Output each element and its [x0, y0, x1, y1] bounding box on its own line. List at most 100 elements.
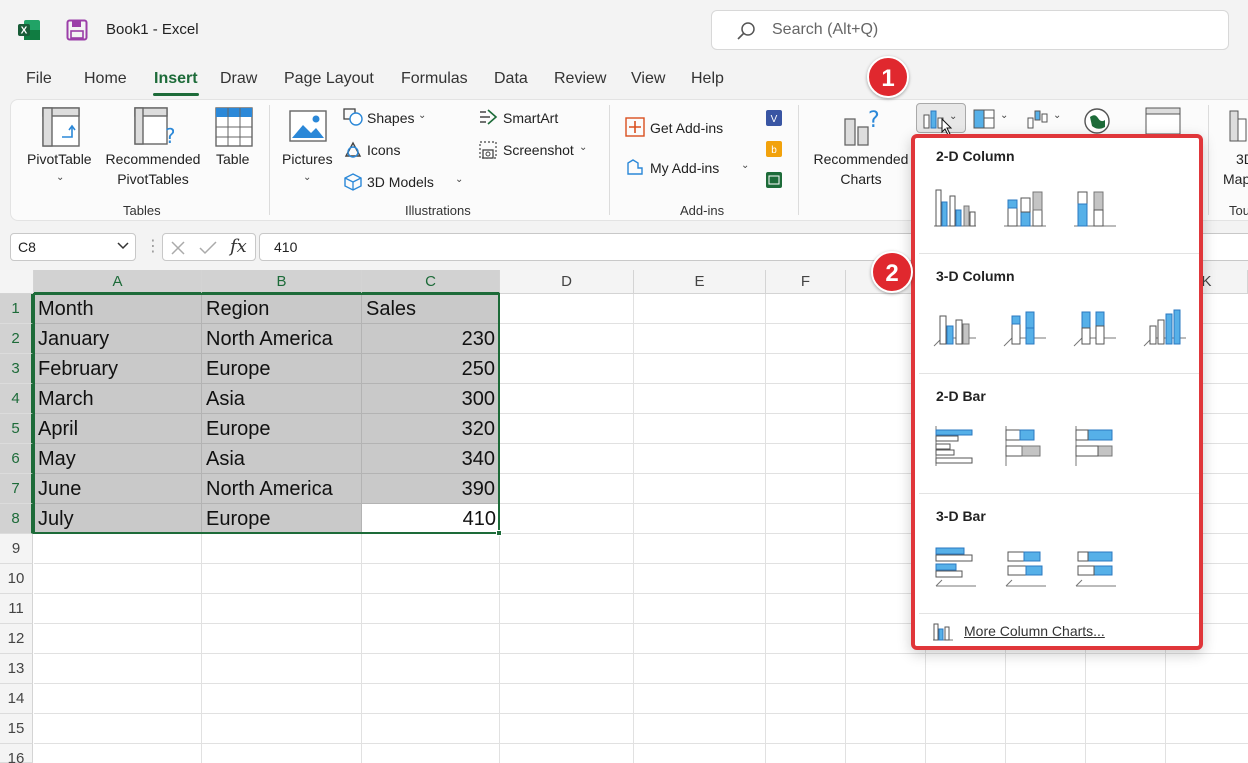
row-header[interactable]: 10: [0, 564, 33, 594]
column-header-f[interactable]: F: [766, 270, 846, 294]
100-stacked-bar-icon[interactable]: [1072, 422, 1122, 472]
3d-map-label-1[interactable]: 3D: [1236, 151, 1248, 167]
row-header[interactable]: 8: [0, 504, 33, 534]
column-header-a[interactable]: A: [34, 270, 202, 294]
row-header[interactable]: 9: [0, 534, 33, 564]
row-header[interactable]: 13: [0, 654, 33, 684]
insert-function-icon[interactable]: fx: [230, 236, 247, 257]
pivot-table-label[interactable]: PivotTable: [27, 151, 92, 167]
3d-map-icon[interactable]: [1226, 107, 1248, 152]
tab-view[interactable]: View: [631, 70, 665, 88]
visio-icon[interactable]: V: [765, 109, 783, 132]
bing-icon[interactable]: b: [765, 140, 783, 163]
row-header[interactable]: 5: [0, 414, 33, 444]
recommended-pivottables-label-1[interactable]: Recommended: [102, 151, 204, 167]
row-header[interactable]: 15: [0, 714, 33, 744]
column-header-d[interactable]: D: [500, 270, 634, 294]
more-column-charts-link[interactable]: More Column Charts...: [964, 623, 1105, 639]
row-header[interactable]: 1: [0, 294, 33, 324]
pictures-label[interactable]: Pictures: [282, 151, 333, 167]
recommended-pivottables-icon[interactable]: ?: [134, 107, 176, 154]
my-addins-label[interactable]: My Add-ins: [650, 160, 719, 176]
chevron-down-icon[interactable]: ⌄: [1000, 110, 1008, 121]
row-header[interactable]: 3: [0, 354, 33, 384]
cell-b3[interactable]: Europe: [202, 354, 362, 384]
cell-c2[interactable]: 230: [362, 324, 500, 354]
enter-check-icon[interactable]: [199, 240, 217, 256]
shapes-icon[interactable]: [343, 108, 363, 131]
chevron-down-icon[interactable]: ⌄: [741, 160, 749, 171]
smartart-icon[interactable]: [478, 108, 498, 131]
tab-insert[interactable]: Insert: [154, 70, 198, 88]
clustered-column-icon[interactable]: [932, 182, 982, 232]
row-header[interactable]: 4: [0, 384, 33, 414]
row-header[interactable]: 12: [0, 624, 33, 654]
smartart-label[interactable]: SmartArt: [503, 110, 558, 126]
cell-b4[interactable]: Asia: [202, 384, 362, 414]
cell-c4[interactable]: 300: [362, 384, 500, 414]
name-box[interactable]: C8: [10, 233, 136, 261]
search-box[interactable]: Search (Alt+Q): [711, 10, 1229, 50]
row-header[interactable]: 16: [0, 744, 33, 763]
get-addins-label[interactable]: Get Add-ins: [650, 120, 723, 136]
chevron-down-icon[interactable]: [117, 242, 129, 250]
cell-a1[interactable]: Month: [34, 294, 202, 324]
chevron-down-icon[interactable]: ⌄: [1053, 110, 1061, 121]
save-icon[interactable]: [66, 19, 88, 41]
cell-a4[interactable]: March: [34, 384, 202, 414]
icons-icon[interactable]: [343, 140, 363, 165]
people-graph-icon[interactable]: [765, 171, 783, 194]
3d-100-stacked-bar-icon[interactable]: [1072, 542, 1122, 592]
pivot-table-icon[interactable]: [42, 107, 80, 152]
cell-b5[interactable]: Europe: [202, 414, 362, 444]
cell-a2[interactable]: January: [34, 324, 202, 354]
chevron-down-icon[interactable]: ⌄: [56, 172, 64, 183]
column-header-c[interactable]: C: [362, 270, 500, 294]
column-header-b[interactable]: B: [202, 270, 362, 294]
recommended-charts-label-1[interactable]: Recommended: [806, 151, 916, 167]
select-all-corner[interactable]: [0, 270, 34, 294]
icons-label[interactable]: Icons: [367, 142, 400, 158]
3d-map-label-2[interactable]: Map: [1223, 171, 1248, 187]
stacked-column-icon[interactable]: [1002, 182, 1052, 232]
cell-a5[interactable]: April: [34, 414, 202, 444]
tab-draw[interactable]: Draw: [220, 70, 257, 88]
waterfall-chart-icon[interactable]: [1026, 108, 1048, 135]
pictures-icon[interactable]: [289, 110, 327, 147]
100-stacked-column-icon[interactable]: [1072, 182, 1122, 232]
stacked-bar-icon[interactable]: [1002, 422, 1052, 472]
cell-c6[interactable]: 340: [362, 444, 500, 474]
cell-b7[interactable]: North America: [202, 474, 362, 504]
tab-home[interactable]: Home: [84, 70, 127, 88]
row-header[interactable]: 7: [0, 474, 33, 504]
cell-b2[interactable]: North America: [202, 324, 362, 354]
column-header-e[interactable]: E: [634, 270, 766, 294]
cell-c3[interactable]: 250: [362, 354, 500, 384]
row-header[interactable]: 6: [0, 444, 33, 474]
chevron-down-icon[interactable]: ⌄: [579, 142, 587, 153]
3d-clustered-bar-icon[interactable]: [932, 542, 982, 592]
tab-formulas[interactable]: Formulas: [401, 70, 468, 88]
tab-data[interactable]: Data: [494, 70, 528, 88]
3d-column-icon[interactable]: [1142, 302, 1192, 352]
cell-c8-active[interactable]: 410: [362, 504, 500, 534]
3d-models-label[interactable]: 3D Models: [367, 174, 434, 190]
cell-b8[interactable]: Europe: [202, 504, 362, 534]
cell-a6[interactable]: May: [34, 444, 202, 474]
tab-review[interactable]: Review: [554, 70, 606, 88]
my-addins-icon[interactable]: [625, 157, 645, 182]
cell-c7[interactable]: 390: [362, 474, 500, 504]
cancel-icon[interactable]: [170, 240, 186, 256]
screenshot-icon[interactable]: [478, 140, 498, 165]
search-input[interactable]: Search (Alt+Q): [772, 21, 878, 39]
3d-clustered-column-icon[interactable]: [932, 302, 982, 352]
3d-stacked-column-icon[interactable]: [1002, 302, 1052, 352]
3d-stacked-bar-icon[interactable]: [1002, 542, 1052, 592]
cell-b1[interactable]: Region: [202, 294, 362, 324]
row-header[interactable]: 11: [0, 594, 33, 624]
tab-help[interactable]: Help: [691, 70, 724, 88]
chevron-down-icon[interactable]: ⌄: [418, 110, 426, 121]
row-header[interactable]: 2: [0, 324, 33, 354]
hierarchy-chart-icon[interactable]: [973, 109, 995, 134]
recommended-pivottables-label-2[interactable]: PivotTables: [102, 171, 204, 187]
